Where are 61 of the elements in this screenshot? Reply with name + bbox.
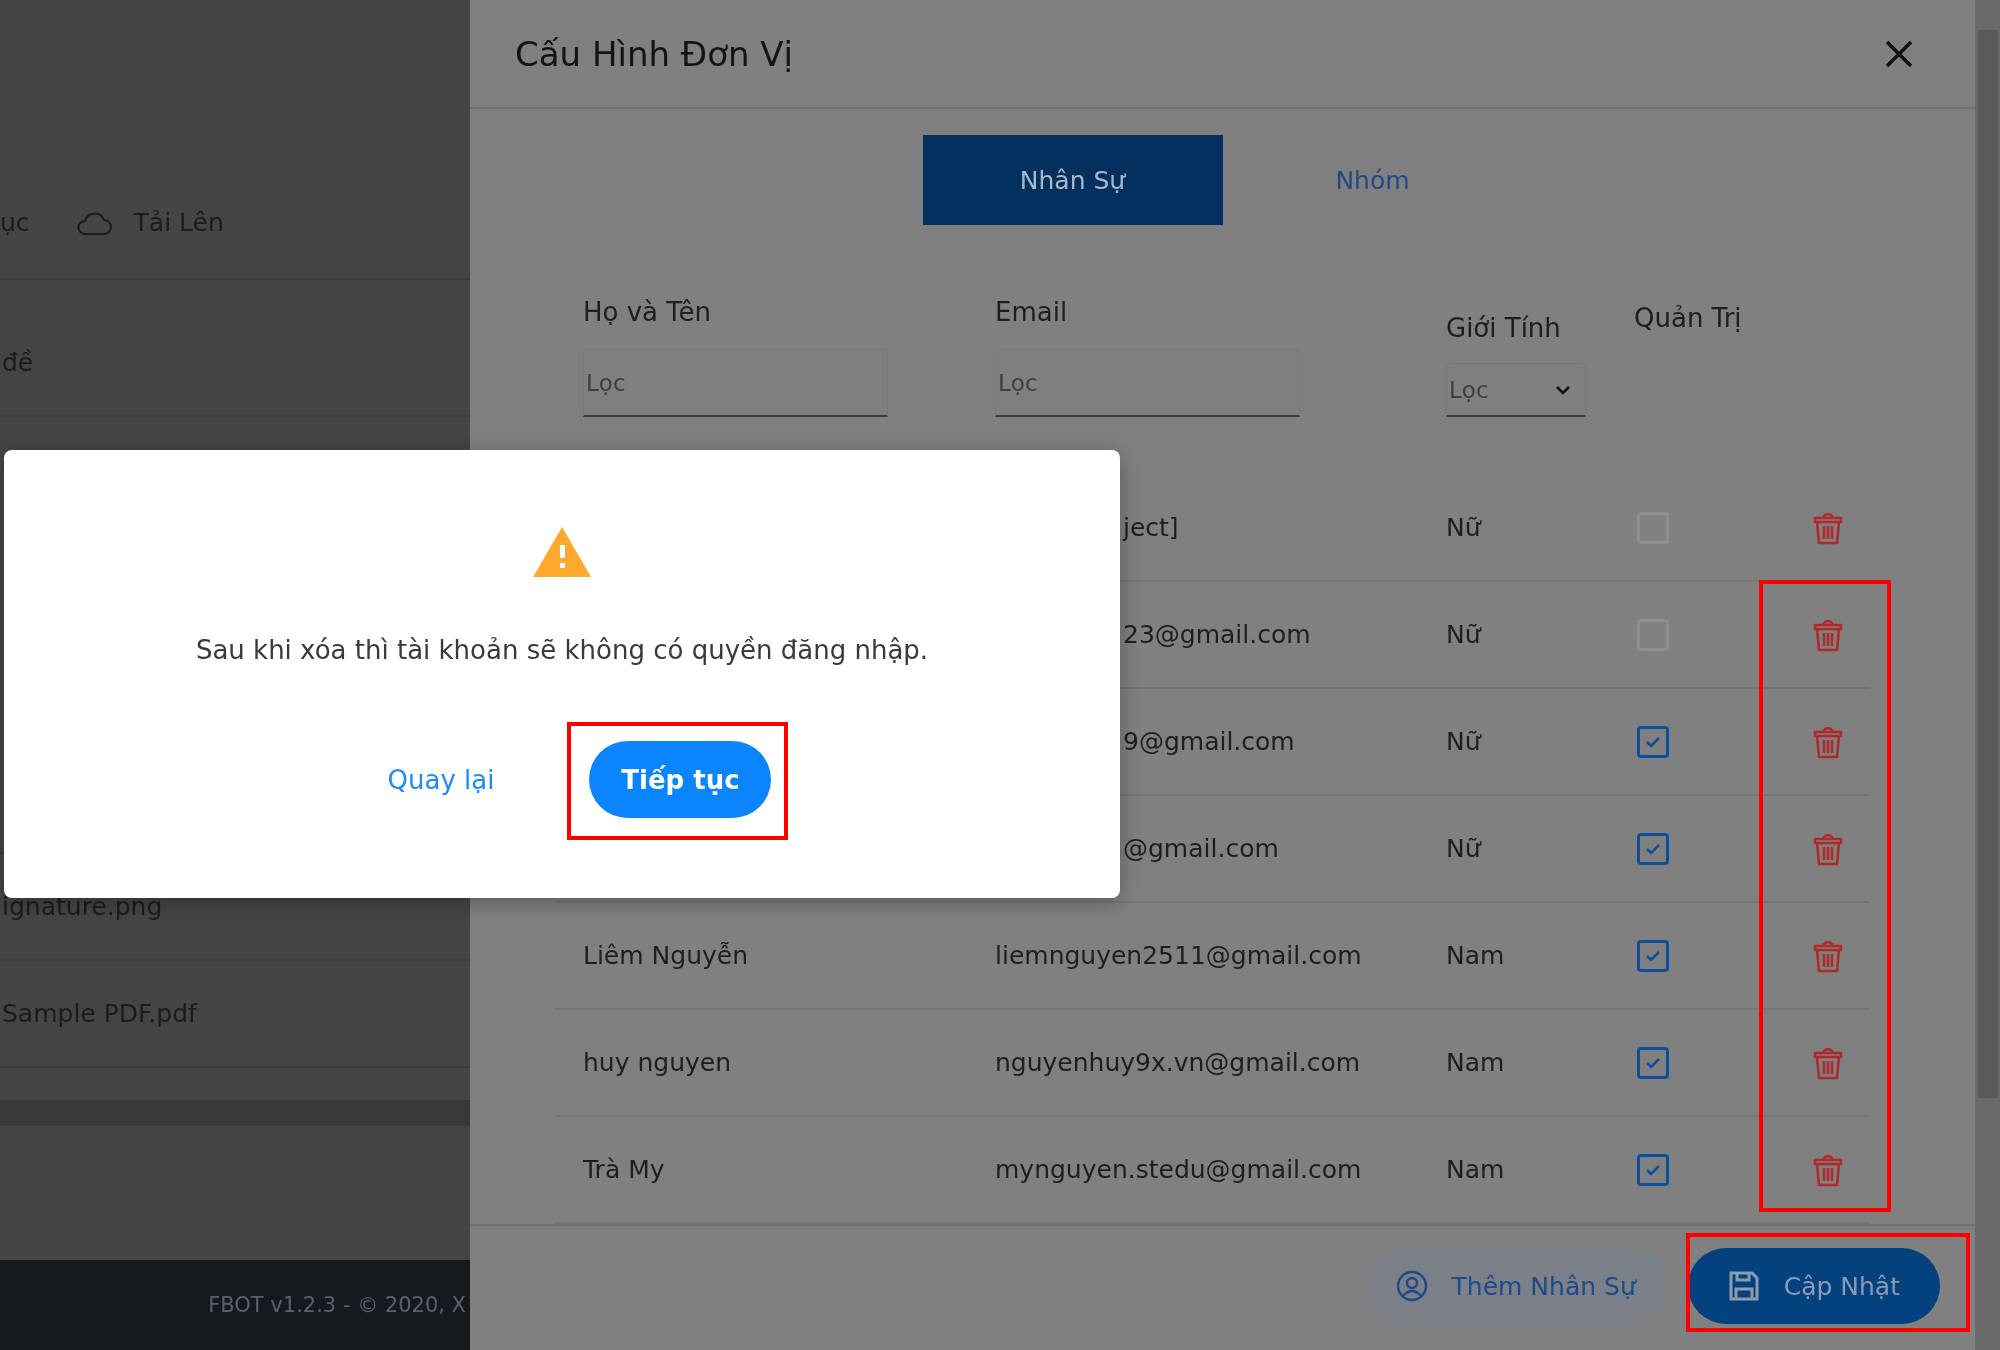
table-cell-text: Nam [1446,941,1506,971]
table-cell-text: 23@gmail.com [1122,620,1312,650]
back-link[interactable]: Quay lại [387,764,495,795]
filter-field[interactable]: Lọc [995,349,1300,418]
table-cell-text: @gmail.com [1122,834,1280,864]
user-icon [1395,1270,1428,1303]
table-cell-text: Nữ [1446,513,1483,543]
trash-icon [1813,1046,1843,1080]
table-cell-text: huy nguyen [582,1048,732,1078]
table-cell-text: Nam [1446,1155,1506,1185]
table-cell-text: liemnguyen2511@gmail.com [995,941,1363,971]
check-icon [1645,950,1661,962]
column-header: Email [995,297,1069,328]
trash-icon [1813,832,1843,866]
admin-checkbox[interactable] [1637,1047,1669,1079]
trash-icon [1813,618,1843,652]
check-icon [1645,1057,1661,1069]
delete-button[interactable] [1813,832,1843,866]
check-icon [1645,736,1661,748]
dialog-message: Sau khi xóa thì tài khoản sẽ không có quyền đăng nhập. [195,635,929,665]
table-cell-text: nguyenhuy9x.vn@gmail.com [995,1048,1362,1078]
table-cell-text: Nữ [1446,834,1483,864]
trash-icon [1813,939,1843,973]
filter-select[interactable]: Lọc [1446,363,1586,418]
table-cell-text: mynguyen.stedu@gmail.com [995,1155,1363,1185]
footer-text: FBOT v1.2.3 - © 2020, X [208,1293,466,1317]
trash-icon [1813,1153,1843,1187]
check-icon [1645,1164,1661,1176]
trash-icon [1813,725,1843,759]
trash-icon [1813,511,1843,545]
add-button[interactable]: Thêm Nhân Sự [1365,1248,1666,1325]
table-cell-text: Trà My [582,1155,666,1185]
scrollbar[interactable] [1975,0,2000,1350]
table-cell-text: Nữ [1446,727,1483,757]
chevron-down-icon [1555,385,1571,395]
check-icon [1645,843,1661,855]
table-cell-text: ject] [1121,513,1180,543]
drawer-title: Cấu Hình Đơn Vị [515,33,794,74]
delete-button[interactable] [1813,939,1843,973]
table-cell-text: Nữ [1446,620,1483,650]
save-button[interactable]: Cập Nhật [1687,1248,1940,1325]
tab[interactable]: Nhóm [1222,135,1523,226]
column-header: Quản Trị [1634,303,1743,334]
delete-button[interactable] [1813,618,1843,652]
delete-button[interactable] [1813,1153,1843,1187]
admin-checkbox[interactable] [1637,940,1669,972]
delete-button[interactable] [1813,1046,1843,1080]
tab[interactable]: Nhân Sự [922,135,1223,226]
table-cell-text: Liêm Nguyễn [582,941,749,971]
warning-icon [531,525,593,579]
column-header: Họ và Tên [583,297,712,328]
filter-field[interactable]: Lọc [583,349,888,418]
admin-checkbox[interactable] [1637,726,1669,758]
table-cell-text: 9@gmail.com [1122,727,1296,757]
admin-checkbox[interactable] [1637,1154,1669,1186]
delete-button[interactable] [1813,511,1843,545]
delete-button[interactable] [1813,725,1843,759]
table-cell-text: Nam [1446,1048,1506,1078]
continue-button[interactable]: Tiếp tục [589,741,772,818]
column-header: Giới Tính [1446,313,1562,344]
admin-checkbox[interactable] [1637,833,1669,865]
